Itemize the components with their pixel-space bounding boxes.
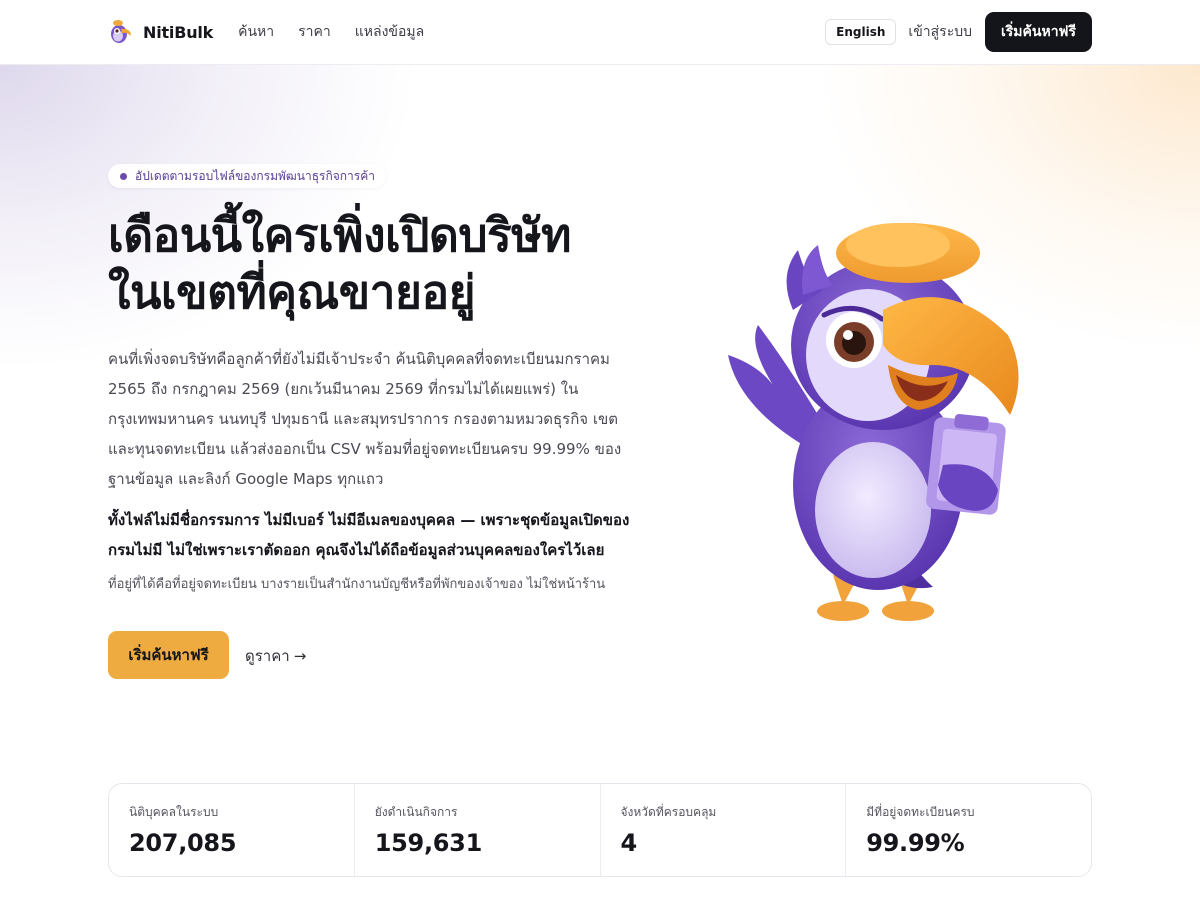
hero-address-note: ที่อยู่ที่ได้คือที่อยู่จดทะเบียน บางรายเ… — [108, 577, 606, 592]
stat-label: นิติบุคคลในระบบ — [129, 805, 219, 819]
stat-provinces: จังหวัดที่ครอบคลุม 4 — [601, 784, 847, 876]
stat-value: 207,085 — [129, 829, 237, 857]
stat-total-entities: นิติบุคคลในระบบ 207,085 — [109, 784, 355, 876]
nav-link-search[interactable]: ค้นหา — [238, 21, 274, 43]
hero-start-free-button[interactable]: เริ่มค้นหาฟรี — [108, 631, 229, 679]
hero-title: เดือนนี้ใครเพิ่งเปิดบริษัท ในเขตที่คุณขา… — [108, 207, 668, 321]
nav-start-free-button[interactable]: เริ่มค้นหาฟรี — [985, 12, 1092, 52]
main-nav: ค้นหา ราคา แหล่งข้อมูล — [238, 21, 424, 43]
parrot-mascot-illustration — [728, 223, 1019, 621]
brand-home-link[interactable]: NitiBulk — [108, 19, 213, 45]
nav-actions: English เข้าสู่ระบบ เริ่มค้นหาฟรี — [825, 12, 1092, 52]
nav-link-sources[interactable]: แหล่งข้อมูล — [355, 21, 424, 43]
hero-description: คนที่เพิ่งจดบริษัทคือลูกค้าที่ยังไม่มีเจ… — [108, 350, 622, 488]
hero-privacy-statement: ทั้งไฟล์ไม่มีชื่อกรรมการ ไม่มีเบอร์ ไม่ม… — [108, 511, 630, 559]
brand-name: NitiBulk — [143, 22, 214, 42]
arrow-right-icon: → — [293, 647, 307, 665]
stat-value: 99.99% — [866, 829, 965, 857]
stat-active: ยังดำเนินกิจการ 159,631 — [355, 784, 601, 876]
language-switch-button[interactable]: English — [825, 19, 897, 45]
update-badge: อัปเดตตามรอบไฟล์ของกรมพัฒนาธุรกิจการค้า — [108, 164, 386, 188]
badge-dot-icon — [120, 172, 127, 180]
login-link[interactable]: เข้าสู่ระบบ — [908, 21, 972, 43]
parrot-logo-icon — [111, 20, 131, 43]
stats-bar: นิติบุคคลในระบบ 207,085 ยังดำเนินกิจการ … — [108, 783, 1092, 877]
stat-value: 4 — [620, 829, 638, 857]
stat-label: มีที่อยู่จดทะเบียนครบ — [866, 805, 975, 819]
stat-label: จังหวัดที่ครอบคลุม — [620, 805, 717, 819]
hero-title-line-1: เดือนนี้ใครเพิ่งเปิดบริษัท — [108, 208, 571, 262]
top-navbar: NitiBulk ค้นหา ราคา แหล่งข้อมูล English … — [0, 0, 1200, 65]
view-pricing-link[interactable]: ดูราคา → — [245, 644, 306, 668]
hero-title-line-2: ในเขตที่คุณขายอยู่ — [108, 265, 476, 319]
stat-address-complete: มีที่อยู่จดทะเบียนครบ 99.99% — [846, 784, 1091, 876]
nav-link-pricing[interactable]: ราคา — [298, 21, 331, 43]
stat-label: ยังดำเนินกิจการ — [374, 805, 458, 819]
stat-value: 159,631 — [374, 829, 483, 857]
view-pricing-label: ดูราคา — [245, 647, 290, 665]
hero-section: อัปเดตตามรอบไฟล์ของกรมพัฒนาธุรกิจการค้า … — [0, 65, 1200, 765]
badge-text: อัปเดตตามรอบไฟล์ของกรมพัฒนาธุรกิจการค้า — [135, 168, 375, 183]
